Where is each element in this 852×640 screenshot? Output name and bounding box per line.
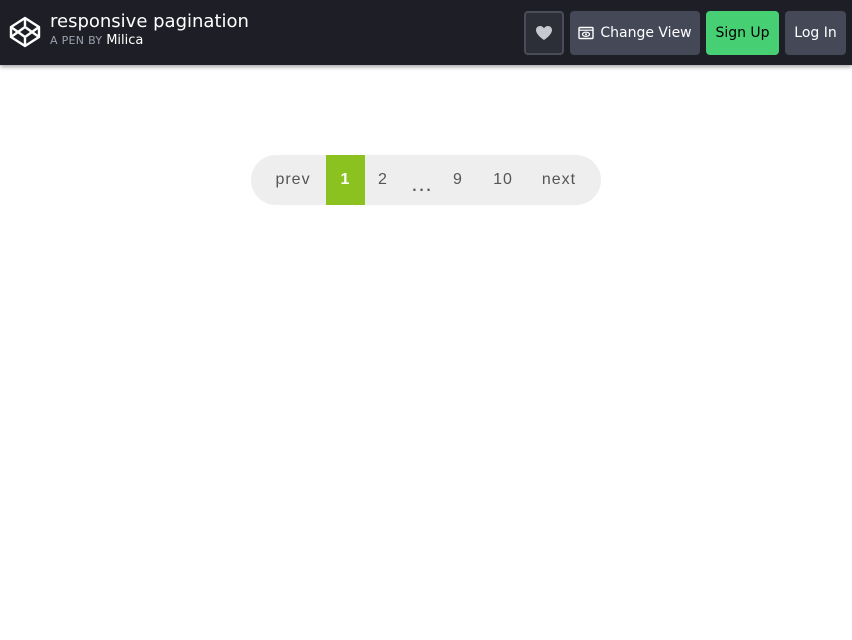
pen-title-block: responsive pagination A PEN BY Milica: [50, 11, 249, 49]
change-view-label: Change View: [600, 25, 692, 41]
top-bar: responsive pagination A PEN BY Milica Ch…: [0, 0, 852, 65]
pen-byline: A PEN BY Milica: [50, 33, 249, 49]
pen-author-link[interactable]: Milica: [106, 33, 143, 48]
pagination-page-1[interactable]: 1: [326, 155, 365, 205]
pagination-page-2[interactable]: 2: [369, 155, 397, 205]
eye-icon: [578, 26, 595, 40]
codepen-logo-icon[interactable]: [9, 16, 41, 48]
pagination-ellipsis: ...: [411, 171, 433, 196]
sign-up-label: Sign Up: [715, 25, 770, 41]
sign-up-button[interactable]: Sign Up: [706, 11, 779, 55]
pagination: prev 1 2 ... 9 10 next: [251, 155, 601, 205]
pagination-page-9[interactable]: 9: [447, 155, 469, 205]
pen-by-label: A PEN BY: [50, 34, 103, 47]
change-view-button[interactable]: Change View: [570, 11, 700, 55]
heart-icon: [536, 26, 552, 40]
log-in-button[interactable]: Log In: [785, 11, 846, 55]
pagination-next[interactable]: next: [538, 155, 580, 205]
log-in-label: Log In: [794, 25, 837, 41]
pagination-page-10[interactable]: 10: [488, 155, 518, 205]
like-button[interactable]: [524, 11, 564, 55]
pagination-prev[interactable]: prev: [273, 155, 313, 205]
pen-title: responsive pagination: [50, 11, 249, 32]
